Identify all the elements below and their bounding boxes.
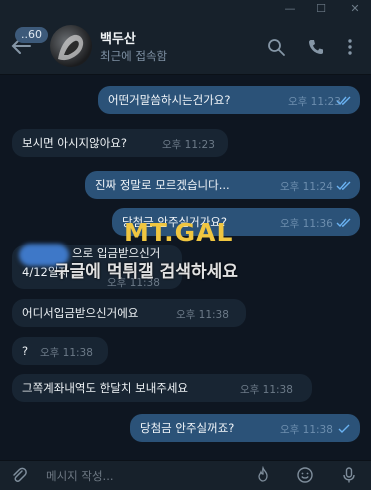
window-titlebar: — ☐ ✕ xyxy=(0,0,371,18)
voice-message-button[interactable] xyxy=(340,466,358,484)
message-time: 오후 11:38 xyxy=(280,424,333,436)
check-icon xyxy=(338,424,350,433)
paperclip-icon xyxy=(13,467,27,482)
contact-status: 최근에 접속함 xyxy=(100,49,168,63)
message-text: 진짜 정말로 모르겠습니다... xyxy=(95,178,230,192)
message-text: 어떤거말씀하시는건가요? xyxy=(108,93,231,107)
message-time: 오후 11:36 xyxy=(280,218,333,230)
message-time: 오후 11:23 xyxy=(288,96,341,108)
message-outgoing[interactable]: 당첨금 안주실거가요? 오후 11:36 xyxy=(112,208,360,236)
message-text: 그쪽계좌내역도 한달치 보내주세요 xyxy=(22,381,189,395)
emoji-button[interactable] xyxy=(296,466,314,484)
message-text: 당첨금 안주실꺼죠? xyxy=(140,421,235,435)
avatar-image xyxy=(58,34,84,61)
search-button[interactable] xyxy=(266,37,286,57)
smiley-icon xyxy=(297,467,313,483)
more-button[interactable] xyxy=(340,37,360,57)
message-incoming[interactable]: ? 오후 11:38 xyxy=(12,337,108,365)
message-text: ? xyxy=(22,344,29,358)
message-incoming[interactable]: 보시면 아시지않아요? 오후 11:23 xyxy=(12,129,228,157)
attach-button[interactable] xyxy=(10,466,28,484)
bot-commands-button[interactable] xyxy=(254,465,272,484)
message-outgoing[interactable]: 어떤거말씀하시는건가요? 오후 11:23 xyxy=(98,86,360,114)
microphone-icon xyxy=(343,467,355,483)
message-time: 오후 11:24 xyxy=(280,181,333,193)
avatar[interactable] xyxy=(50,25,92,67)
message-text: 보시면 아시지않아요? xyxy=(22,136,127,150)
message-outgoing[interactable]: 진짜 정말로 모르겠습니다... 오후 11:24 xyxy=(85,171,360,199)
message-input[interactable]: 메시지 작성... xyxy=(46,468,114,484)
message-incoming[interactable]: 그쪽계좌내역도 한달치 보내주세요 오후 11:38 xyxy=(12,374,312,402)
more-vertical-icon xyxy=(348,39,352,55)
close-button[interactable]: ✕ xyxy=(340,0,370,18)
message-incoming[interactable]: 어디서입금받으신거에요 오후 11:38 xyxy=(12,299,246,327)
message-time: 오후 11:38 xyxy=(176,309,229,321)
double-check-icon xyxy=(336,218,351,228)
message-text: 당첨금 안주실거가요? xyxy=(122,215,227,229)
redaction-blur xyxy=(19,244,69,266)
message-text-line1: 으로 입금받으신거 xyxy=(72,246,161,260)
chat-header: ..60 백두산 최근에 접속함 xyxy=(0,18,371,75)
minimize-button[interactable]: — xyxy=(275,0,305,18)
message-text: 어디서입금받으신거에요 xyxy=(22,306,139,320)
maximize-button[interactable]: ☐ xyxy=(306,0,336,18)
double-check-icon xyxy=(336,181,351,191)
message-time: 오후 11:23 xyxy=(162,139,215,151)
contact-name[interactable]: 백두산 xyxy=(100,28,136,47)
message-time: 오후 11:38 xyxy=(40,347,93,359)
message-time: 오후 11:38 xyxy=(240,384,293,396)
phone-icon xyxy=(309,40,323,54)
call-button[interactable] xyxy=(306,37,326,57)
message-time: 오후 11:38 xyxy=(107,277,160,289)
flame-icon xyxy=(258,465,268,482)
message-outgoing[interactable]: 당첨금 안주실꺼죠? 오후 11:38 xyxy=(130,414,360,442)
unread-count-badge: ..60 xyxy=(15,27,48,43)
double-check-icon xyxy=(336,96,351,106)
message-composer: 메시지 작성... xyxy=(0,460,371,490)
search-icon xyxy=(268,39,285,56)
message-list[interactable]: 어떤거말씀하시는건가요? 오후 11:23 보시면 아시지않아요? 오후 11:… xyxy=(0,75,371,460)
